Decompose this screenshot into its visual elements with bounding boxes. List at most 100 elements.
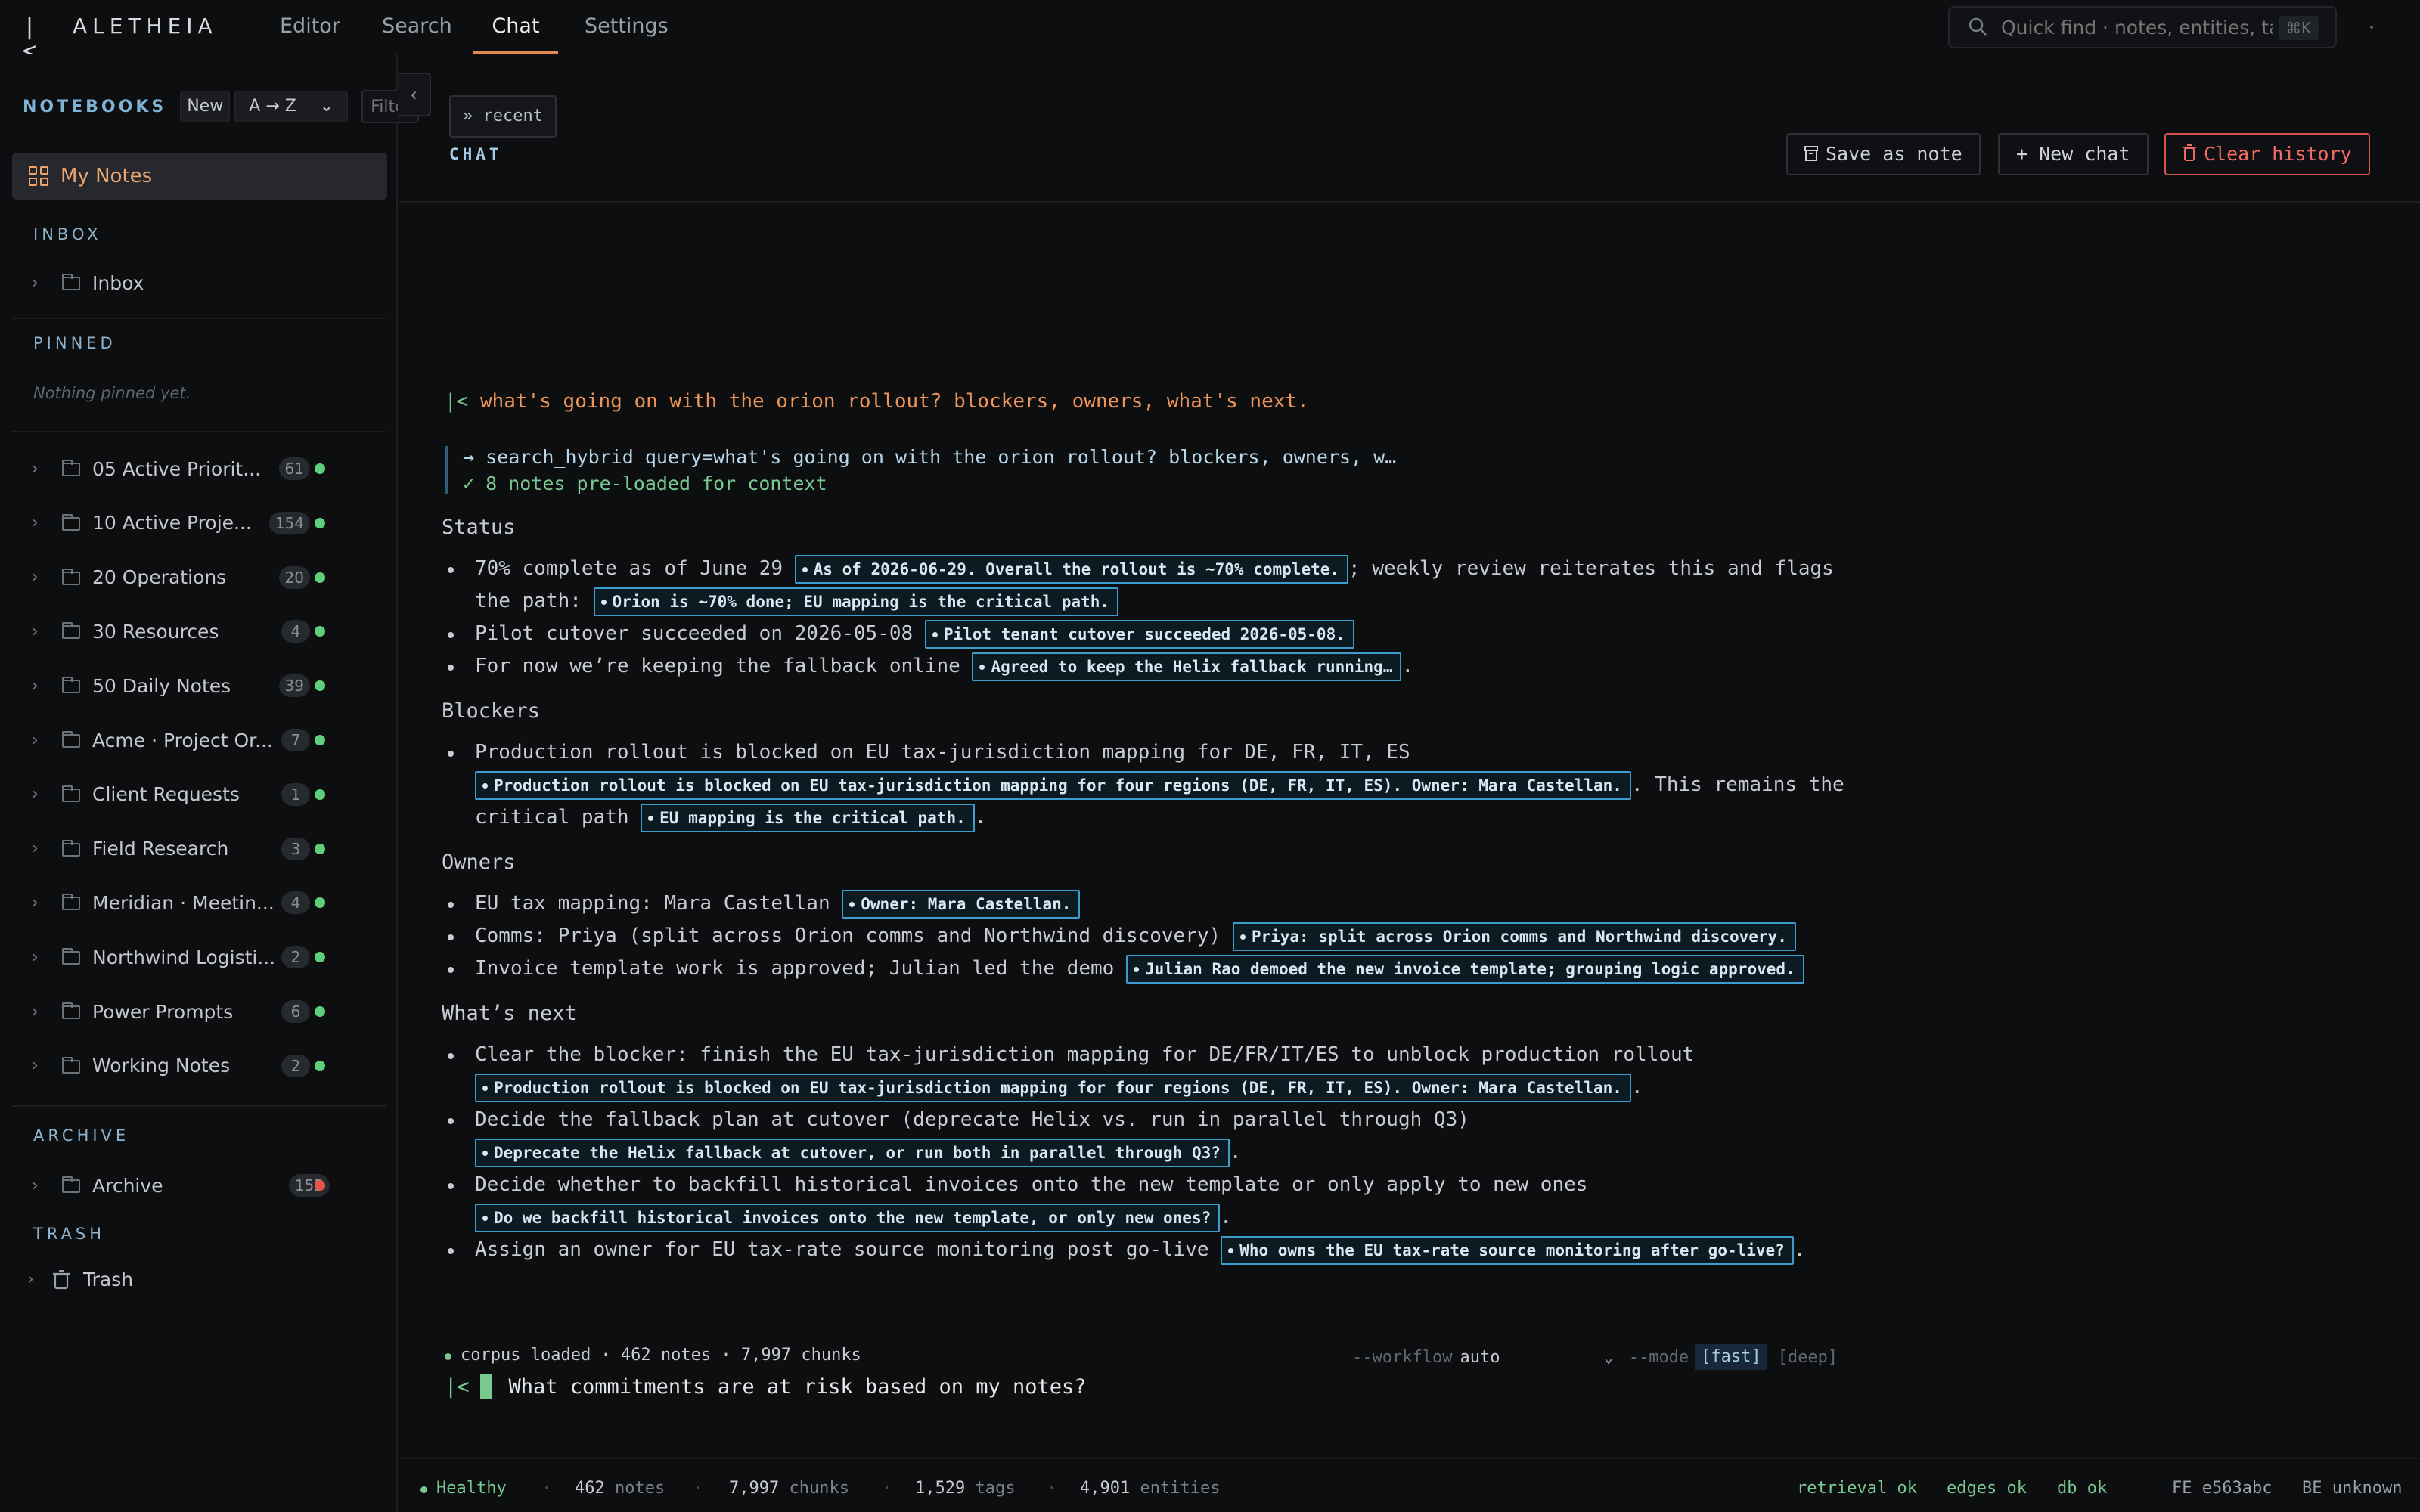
chevron-right-icon[interactable]: › [32,274,39,293]
citation-chip[interactable]: Production rollout is blocked on EU tax-… [475,1073,1631,1102]
item-text: 70% complete as of June 29 [475,557,783,580]
citation-chip[interactable]: Pilot tenant cutover succeeded 2026-05-0… [924,619,1354,649]
chat-input-text[interactable]: What commitments are at risk based on my… [509,1375,1087,1399]
chevron-right-icon[interactable]: › [32,894,39,912]
citation-chip[interactable]: Deprecate the Helix fallback at cutover,… [475,1138,1230,1167]
save-as-note-button[interactable]: Save as note [1786,133,1981,175]
sidebar-item-notebook[interactable]: › Client Requests 1 [0,772,393,817]
sidebar-item-notebook[interactable]: › Working Notes 2 [0,1043,393,1089]
mode-flag: --mode [1628,1347,1689,1367]
list-item: Decide whether to backfill historical in… [442,1169,2378,1234]
mode-fast-toggle[interactable]: [fast] [1695,1344,1767,1370]
citation-chip[interactable]: Julian Rao demoed the new invoice templa… [1125,954,1804,984]
collapse-logo-icon[interactable]: |< [23,15,50,64]
sidebar-item-notebook[interactable]: › 20 Operations 20 [0,555,393,600]
sidebar-item-notebook[interactable]: › 30 Resources 4 [0,609,393,654]
citation-chip[interactable]: Owner: Mara Castellan. [842,889,1081,919]
sidebar-item-notebook[interactable]: › Northwind Logisti... 2 [0,934,393,980]
status-dot-icon [315,1060,325,1071]
citation-chip[interactable]: EU mapping is the critical path. [641,803,975,832]
count-badge: 39 [278,674,310,698]
count-badge: 3 [281,837,310,860]
status-dot-icon [2370,26,2373,29]
pinned-section-label: PINNED [33,334,116,352]
quick-find[interactable]: ⌘K [1948,6,2337,48]
workflow-select[interactable]: auto [1460,1348,1603,1367]
divider [12,431,386,432]
sidebar-item-my-notes[interactable]: My Notes [12,153,387,200]
chevron-down-icon[interactable]: ⌄ [1603,1348,1613,1367]
notebook-label: Client Requests [92,783,240,806]
separator: · [541,1479,552,1498]
item-text: ; weekly review reiterates this and flag… [1348,557,1834,580]
question-text: what's going on with the orion rollout? … [479,390,1309,413]
sidebar-item-notebook[interactable]: › 05 Active Priorit... 61 [0,446,393,491]
next-heading: What’s next [442,1002,577,1025]
chevron-right-icon[interactable]: › [32,839,39,858]
tab-settings[interactable]: Settings [585,0,669,54]
count-badge: 154 [268,511,310,534]
sidebar-item-notebook[interactable]: › Power Prompts 6 [0,989,393,1034]
chevron-right-icon[interactable]: › [32,948,39,967]
value: 4,901 [1080,1479,1131,1498]
citation-chip[interactable]: Priya: split across Orion comms and Nort… [1232,922,1796,951]
list-item: Comms: Priya (split across Orion comms a… [442,920,2378,953]
item-text: critical path [475,806,629,829]
save-label: Save as note [1826,143,1962,165]
citation-chip[interactable]: Agreed to keep the Helix fallback runnin… [972,652,1402,681]
status-dot-icon [315,517,325,528]
citation-chip[interactable]: As of 2026-06-29. Overall the rollout is… [794,554,1349,584]
chevron-right-icon[interactable]: › [27,1270,34,1289]
folder-icon [62,1056,80,1074]
citation-chip[interactable]: Orion is ~70% done; EU mapping is the cr… [593,587,1118,616]
divider [12,318,386,319]
recent-button[interactable]: » recent [449,95,557,138]
item-text: Invoice template work is approved; Julia… [475,957,1115,980]
notebook-label: Field Research [92,838,229,860]
chevron-right-icon[interactable]: › [32,1002,39,1021]
citation-chip[interactable]: Production rollout is blocked on EU tax-… [475,770,1631,800]
tool-result-text: ✓ 8 notes pre-loaded for context [463,472,827,494]
sort-select[interactable]: A → Z ⌄ [234,91,349,122]
tool-call: → search_hybrid query=what's going on wi… [445,446,1396,494]
chevron-right-icon[interactable]: › [32,460,39,479]
sidebar-item-notebook[interactable]: › 50 Daily Notes 39 [0,663,393,708]
sidebar-item-trash[interactable]: › Trash [0,1256,393,1302]
chevron-right-icon[interactable]: › [32,513,39,532]
item-text: Comms: Priya (split across Orion comms a… [475,925,1221,947]
trash-section-label: TRASH [33,1225,106,1243]
mode-deep-toggle[interactable]: [deep] [1778,1348,1838,1367]
tab-chat[interactable]: Chat [473,0,558,54]
chevron-right-icon[interactable]: › [32,1176,39,1195]
backend-version: BE unknown [2302,1479,2403,1498]
citation-chip[interactable]: Do we backfill historical invoices onto … [475,1203,1221,1232]
count-badge: 2 [281,946,310,969]
chevron-right-icon[interactable]: › [32,1056,39,1075]
tab-editor[interactable]: Editor [280,0,340,54]
archive-section-label: ARCHIVE [33,1126,130,1145]
quick-find-input[interactable] [2001,16,2273,39]
chevron-right-icon[interactable]: › [32,622,39,641]
tab-search[interactable]: Search [382,0,452,54]
chevron-right-icon[interactable]: › [32,731,39,750]
sidebar-item-archive[interactable]: › Archive 155 [0,1163,393,1208]
sidebar-item-notebook[interactable]: › Field Research 3 [0,826,393,872]
list-item: Decide the fallback plan at cutover (dep… [442,1104,2378,1169]
chevron-right-icon[interactable]: › [32,677,39,696]
entities-count: 4,901 entities [1080,1479,1220,1498]
new-chat-button[interactable]: + New chat [1998,133,2149,175]
clear-history-button[interactable]: Clear history [2164,133,2370,175]
citation-chip[interactable]: Who owns the EU tax-rate source monitori… [1221,1235,1794,1265]
sidebar-item-notebook[interactable]: › Meridian · Meetin... 4 [0,880,393,925]
prompt-prefix: |< [445,390,469,413]
health-text: Healthy [436,1479,507,1498]
chevron-right-icon[interactable]: › [32,568,39,587]
separator: · [882,1479,892,1498]
sidebar-item-inbox[interactable]: › Inbox [0,260,393,305]
new-notebook-button[interactable]: New [180,91,231,122]
sidebar-item-notebook[interactable]: › 10 Active Proje... 154 [0,500,393,546]
trash-icon [2183,135,2196,175]
chat-input[interactable]: |< What commitments are at risk based on… [445,1374,1087,1399]
sidebar-item-notebook[interactable]: › Acme · Project Or... 7 [0,717,393,763]
chevron-right-icon[interactable]: › [32,785,39,804]
